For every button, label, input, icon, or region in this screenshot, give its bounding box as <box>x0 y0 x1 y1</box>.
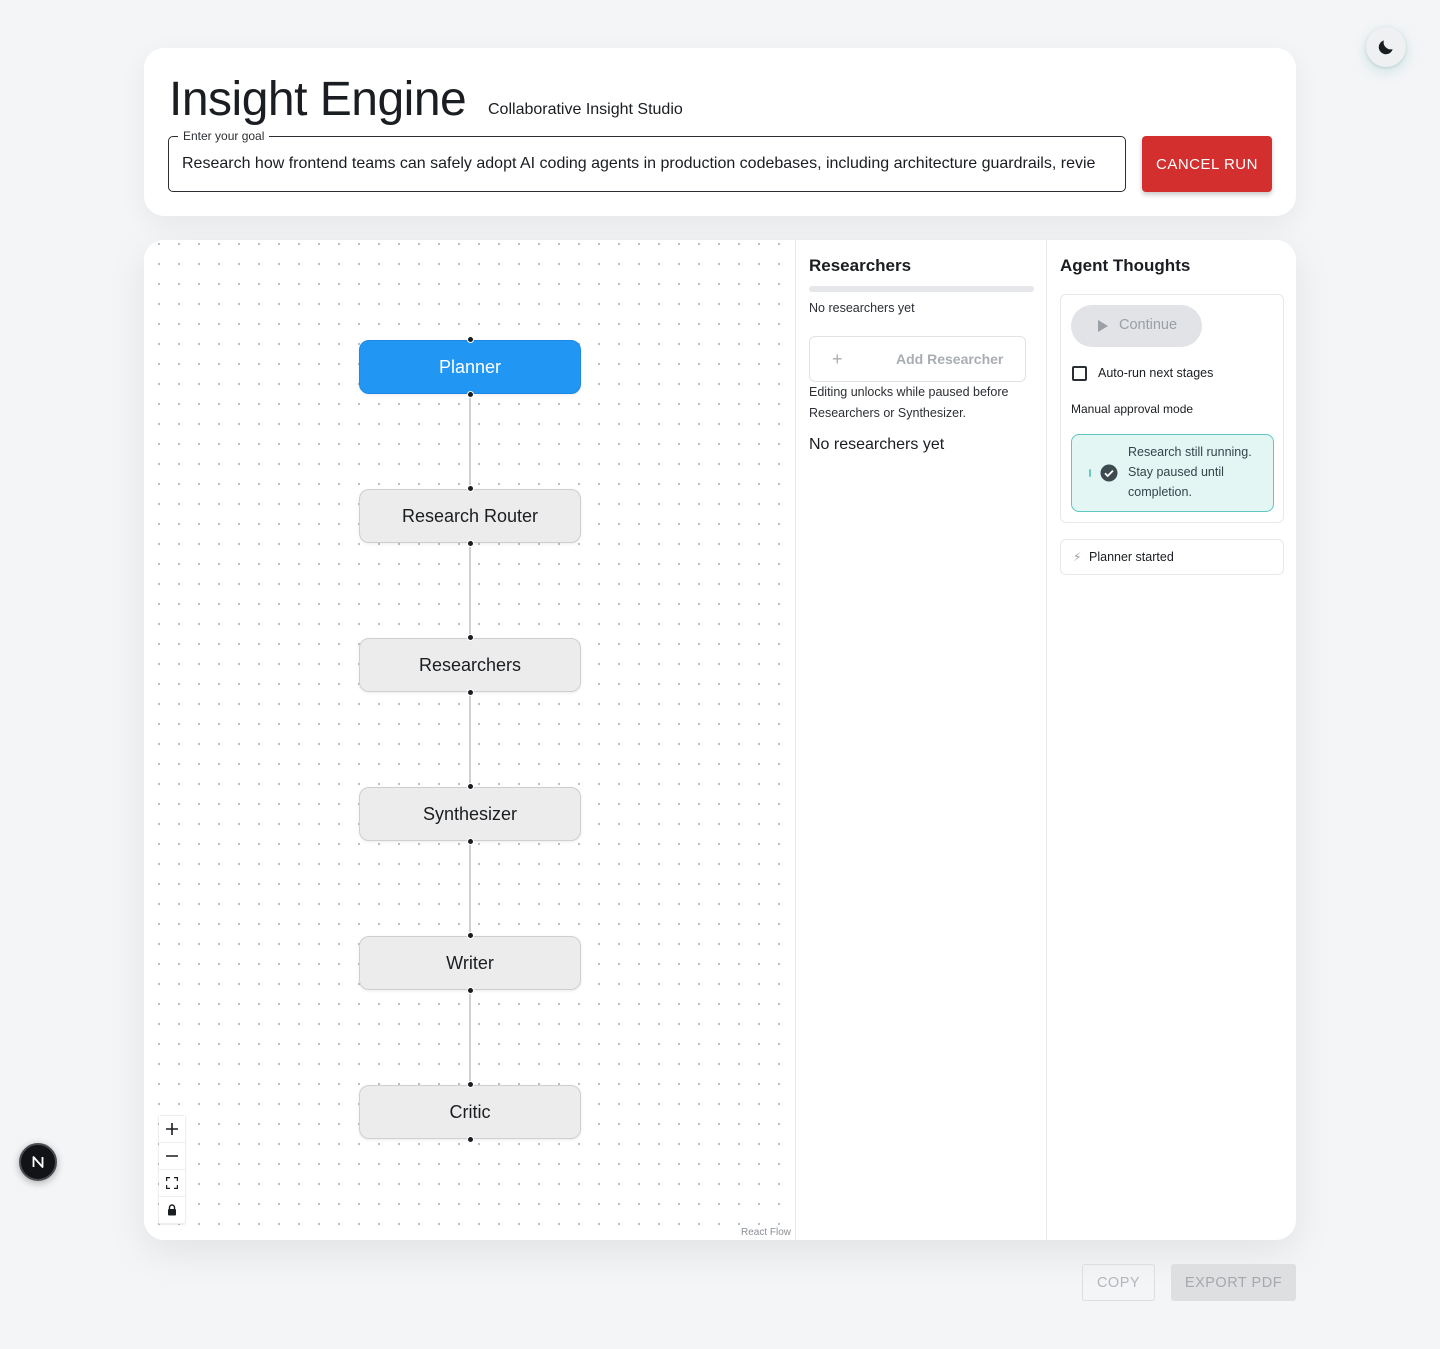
lightning-icon: ⚡︎ <box>1073 550 1082 564</box>
lock-icon <box>168 1204 176 1216</box>
main-card: Planner Research Router Researchers Synt… <box>144 240 1296 1240</box>
node-label: Writer <box>446 952 494 973</box>
check-circle-icon <box>1100 464 1118 482</box>
node-handle-source[interactable] <box>467 987 474 994</box>
node-label: Researchers <box>418 654 522 675</box>
nextjs-dev-badge[interactable] <box>19 1143 57 1181</box>
fit-view-icon <box>166 1177 178 1189</box>
goal-field: Enter your goal Research how frontend te… <box>168 128 1126 192</box>
plus-icon <box>166 1123 178 1135</box>
zoom-in-button[interactable] <box>159 1116 185 1143</box>
node-handle-source[interactable] <box>467 1136 474 1143</box>
node-handle-target[interactable] <box>467 336 474 343</box>
researchers-empty-note: No researchers yet <box>809 301 915 315</box>
node-label: Planner <box>438 356 502 377</box>
goal-input[interactable]: Research how frontend teams can safely a… <box>182 137 1112 191</box>
researchers-empty-state: No researchers yet <box>809 436 945 453</box>
theme-toggle-button[interactable] <box>1366 27 1406 67</box>
continue-label: Continue <box>1119 317 1178 333</box>
zoom-out-button[interactable] <box>159 1143 185 1170</box>
node-handle-target[interactable] <box>467 634 474 641</box>
node-handle-source[interactable] <box>467 540 474 547</box>
export-pdf-button[interactable]: EXPORT PDF <box>1171 1264 1296 1301</box>
plus-icon: + <box>832 349 843 369</box>
thought-log-text: Planner started <box>1089 550 1174 564</box>
thought-log-item: ⚡︎ Planner started <box>1060 539 1284 575</box>
minus-icon <box>166 1155 178 1157</box>
node-handle-source[interactable] <box>467 689 474 696</box>
react-flow-attribution[interactable]: React Flow <box>741 1227 791 1238</box>
researchers-progress <box>809 286 1034 292</box>
node-handle-target[interactable] <box>467 783 474 790</box>
app-subtitle: Collaborative Insight Studio <box>488 101 683 118</box>
node-research-router[interactable]: Research Router <box>359 485 581 547</box>
editing-note: Editing unlocks while paused before Rese… <box>809 385 1009 420</box>
node-handle-target[interactable] <box>467 485 474 492</box>
copy-button[interactable]: COPY <box>1082 1264 1155 1301</box>
node-handle-target[interactable] <box>467 932 474 939</box>
agent-thoughts-panel: Agent Thoughts Continue Auto-run next st… <box>1048 240 1296 1240</box>
play-icon <box>1098 320 1108 332</box>
node-label: Synthesizer <box>422 803 518 824</box>
header-card: Insight Engine Collaborative Insight Stu… <box>144 48 1296 216</box>
app-title: Insight Engine <box>169 73 467 126</box>
node-writer[interactable]: Writer <box>359 932 581 994</box>
n-logo-icon <box>32 1156 44 1168</box>
node-synthesizer[interactable]: Synthesizer <box>359 783 581 845</box>
node-critic[interactable]: Critic <box>359 1081 581 1143</box>
approval-mode-text: Manual approval mode <box>1071 402 1194 416</box>
node-handle-source[interactable] <box>467 391 474 398</box>
node-label: Critic <box>449 1101 491 1122</box>
status-alert: Research still running. Stay paused unti… <box>1071 434 1274 512</box>
node-label: Research Router <box>401 505 539 526</box>
auto-run-label[interactable]: Auto-run next stages <box>1098 366 1213 380</box>
researchers-panel: Researchers No researchers yet + Add Res… <box>797 240 1047 1240</box>
node-researchers[interactable]: Researchers <box>359 634 581 696</box>
fit-view-button[interactable] <box>159 1170 185 1197</box>
run-control-box: Continue Auto-run next stages Manual app… <box>1060 294 1284 523</box>
researchers-title: Researchers <box>809 256 912 275</box>
alert-text: Research still running. Stay paused unti… <box>1128 445 1252 499</box>
node-planner[interactable]: Planner <box>359 336 581 398</box>
cancel-run-button[interactable]: CANCEL RUN <box>1142 136 1272 192</box>
node-handle-target[interactable] <box>467 1081 474 1088</box>
add-researcher-label: Add Researcher <box>896 351 1004 367</box>
moon-icon <box>1378 40 1393 55</box>
lock-button[interactable] <box>159 1197 185 1224</box>
agent-thoughts-title: Agent Thoughts <box>1060 256 1191 275</box>
auto-run-checkbox[interactable] <box>1072 366 1087 381</box>
flow-canvas[interactable]: Planner Research Router Researchers Synt… <box>144 240 796 1240</box>
alert-indicator <box>1089 469 1091 477</box>
continue-button[interactable]: Continue <box>1071 305 1202 347</box>
flow-controls <box>159 1116 185 1224</box>
node-handle-source[interactable] <box>467 838 474 845</box>
add-researcher-button[interactable]: + Add Researcher <box>809 336 1026 382</box>
